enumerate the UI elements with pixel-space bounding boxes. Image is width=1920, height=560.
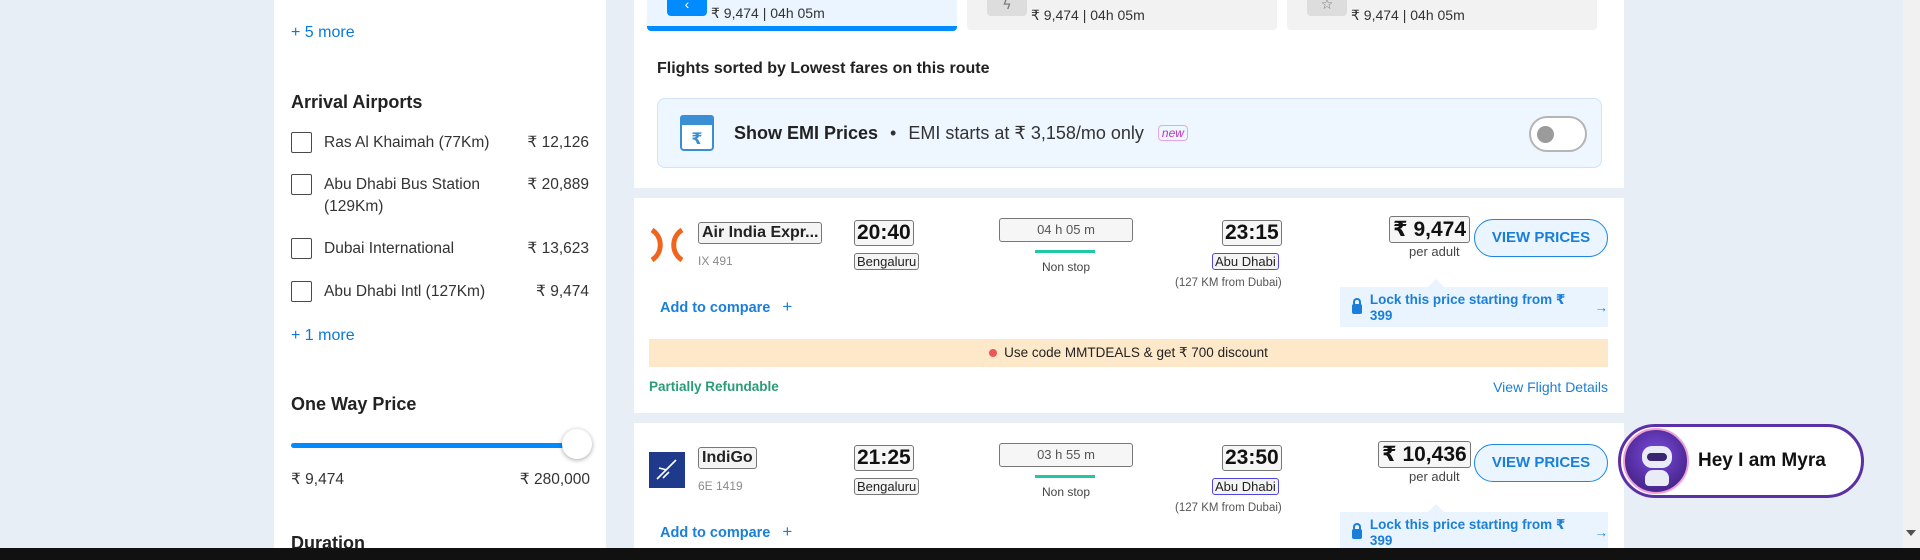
robot-avatar-icon (1623, 428, 1689, 494)
red-dot-icon (989, 349, 998, 357)
bolt-icon: ϟ (987, 0, 1027, 16)
flight-number: IX 491 (698, 254, 733, 268)
plus-icon: + (782, 522, 793, 541)
flight-card: Air India Expr... IX 491 20:40 Bengaluru… (634, 198, 1624, 413)
sort-and-emi-panel: ‹ ₹ 9,474 | 04h 05m ϟ ₹ 9,474 | 04h 05m … (634, 0, 1624, 188)
per-adult-label: per adult (1409, 469, 1460, 484)
lock-price-text: Lock this price starting from ₹ 399 (1369, 291, 1566, 323)
emi-banner: ₹ Show EMI Prices • EMI starts at ₹ 3,15… (657, 98, 1602, 168)
arrival-distance-note: (127 KM from Dubai) (1175, 277, 1282, 289)
airport-checkbox[interactable] (291, 281, 312, 302)
arrival-distance-note: (127 KM from Dubai) (1175, 502, 1282, 514)
bottom-edge (0, 548, 1920, 560)
airport-name: Abu Dhabi Intl (127Km) (324, 283, 486, 300)
arrival-time: 23:50 (1222, 445, 1282, 471)
airline-name: IndiGo (698, 447, 757, 469)
airport-filter-row[interactable]: Dubai International ₹ 13,623 (291, 238, 589, 260)
airport-filter-row[interactable]: Ras Al Khaimah (77Km) ₹ 12,126 (291, 132, 589, 154)
add-to-compare-link[interactable]: Add to compare + (660, 297, 792, 317)
arrival-time: 23:15 (1222, 220, 1282, 246)
duration-line (1035, 475, 1095, 478)
myra-label: Hey I am Myra (1698, 450, 1826, 471)
duration-line (1035, 250, 1095, 253)
arrival-airports-heading: Arrival Airports (291, 92, 423, 112)
arrow-right-icon: → (1594, 524, 1609, 540)
emi-subtitle: EMI starts at ₹ 3,158/mo only (908, 122, 1144, 143)
price-slider-max: ₹ 280,000 (519, 471, 590, 488)
fare-price: ₹ 9,474 (1389, 216, 1470, 243)
flight-card: IndiGo 6E 1419 21:25 Bengaluru 03 h 55 m… (634, 423, 1624, 552)
results-panel: ‹ ₹ 9,474 | 04h 05m ϟ ₹ 9,474 | 04h 05m … (634, 0, 1624, 552)
page-scrollbar[interactable] (1903, 0, 1920, 548)
arrival-city: Abu Dhabi (1212, 478, 1279, 495)
new-badge: new (1157, 125, 1188, 141)
airport-name: Ras Al Khaimah (77Km) (324, 134, 490, 151)
view-prices-button[interactable]: VIEW PRICES (1474, 219, 1608, 257)
flight-duration: 03 h 55 m (999, 443, 1133, 467)
flight-number: 6E 1419 (698, 479, 743, 493)
lock-price-banner[interactable]: Lock this price starting from ₹ 399 → (1340, 504, 1609, 552)
deal-text: Use code MMTDEALS & get ₹ 700 discount (1004, 345, 1268, 360)
sort-tab-cheapest[interactable]: ‹ ₹ 9,474 | 04h 05m (647, 0, 957, 31)
sort-tab-value: ₹ 9,474 | 04h 05m (711, 4, 825, 21)
sort-tab-best[interactable]: ☆ ₹ 9,474 | 04h 05m (1287, 0, 1597, 30)
airport-checkbox[interactable] (291, 132, 312, 153)
departure-time: 21:25 (854, 445, 914, 471)
indigo-logo-icon (649, 452, 685, 488)
separator-dot: • (890, 122, 897, 143)
airport-price: ₹ 13,623 (527, 240, 589, 257)
arrival-city: Abu Dhabi (1212, 253, 1279, 270)
chevron-icon: ‹ (667, 0, 707, 16)
sort-tab-fastest[interactable]: ϟ ₹ 9,474 | 04h 05m (967, 0, 1277, 30)
airport-checkbox[interactable] (291, 174, 312, 195)
departure-city: Bengaluru (854, 478, 920, 495)
filters-sidebar: + 5 more Arrival Airports Ras Al Khaimah… (274, 0, 606, 548)
lock-icon (1352, 298, 1362, 314)
airport-name: Dubai International (324, 240, 455, 257)
view-prices-button[interactable]: VIEW PRICES (1474, 444, 1608, 482)
emi-title: Show EMI Prices (734, 122, 879, 143)
one-way-price-heading: One Way Price (291, 394, 417, 414)
scroll-down-arrow-icon[interactable] (1906, 530, 1916, 536)
sorted-by-title: Flights sorted by Lowest fares on this r… (657, 60, 990, 77)
airport-price: ₹ 20,889 (527, 176, 589, 193)
more-airports-link[interactable]: + 1 more (291, 327, 355, 345)
departure-city: Bengaluru (854, 253, 920, 270)
arrow-right-icon: → (1594, 299, 1609, 315)
airline-name: Air India Expr... (698, 222, 823, 244)
price-slider-track[interactable] (291, 443, 574, 448)
calendar-rupee-icon: ₹ (680, 115, 714, 151)
airport-checkbox[interactable] (291, 238, 312, 259)
star-icon: ☆ (1307, 0, 1347, 16)
departure-time: 20:40 (854, 220, 914, 246)
price-slider-handle[interactable] (562, 429, 592, 459)
myra-assistant-button[interactable]: Hey I am Myra (1618, 424, 1864, 498)
lock-price-text: Lock this price starting from ₹ 399 (1369, 516, 1566, 548)
deal-banner: Use code MMTDEALS & get ₹ 700 discount (649, 339, 1608, 367)
refund-status: Partially Refundable (649, 379, 779, 394)
emi-toggle[interactable] (1529, 116, 1587, 152)
sort-tab-value: ₹ 9,474 | 04h 05m (1031, 6, 1145, 23)
price-slider-min: ₹ 9,474 (291, 471, 344, 488)
add-to-compare-link[interactable]: Add to compare + (660, 522, 792, 542)
sort-tab-value: ₹ 9,474 | 04h 05m (1351, 6, 1465, 23)
airport-name: Abu Dhabi Bus Station (129Km) (324, 176, 480, 215)
flight-duration: 04 h 05 m (999, 218, 1133, 242)
lock-icon (1352, 523, 1362, 539)
view-flight-details-link[interactable]: View Flight Details (1493, 379, 1608, 395)
airport-filter-row[interactable]: Abu Dhabi Intl (127Km) ₹ 9,474 (291, 281, 589, 303)
stops-label: Non stop (1041, 485, 1091, 499)
stops-label: Non stop (1041, 260, 1091, 274)
airport-price: ₹ 9,474 (536, 283, 589, 300)
plus-icon: + (782, 297, 793, 316)
more-filters-link[interactable]: + 5 more (291, 24, 355, 42)
airport-price: ₹ 12,126 (527, 134, 589, 151)
per-adult-label: per adult (1409, 244, 1460, 259)
duration-heading: Duration (291, 533, 365, 548)
airport-filter-row[interactable]: Abu Dhabi Bus Station (129Km) ₹ 20,889 (291, 174, 589, 218)
fare-price: ₹ 10,436 (1378, 441, 1471, 468)
air-india-express-logo-icon (650, 227, 684, 263)
lock-price-banner[interactable]: Lock this price starting from ₹ 399 → (1340, 279, 1609, 327)
